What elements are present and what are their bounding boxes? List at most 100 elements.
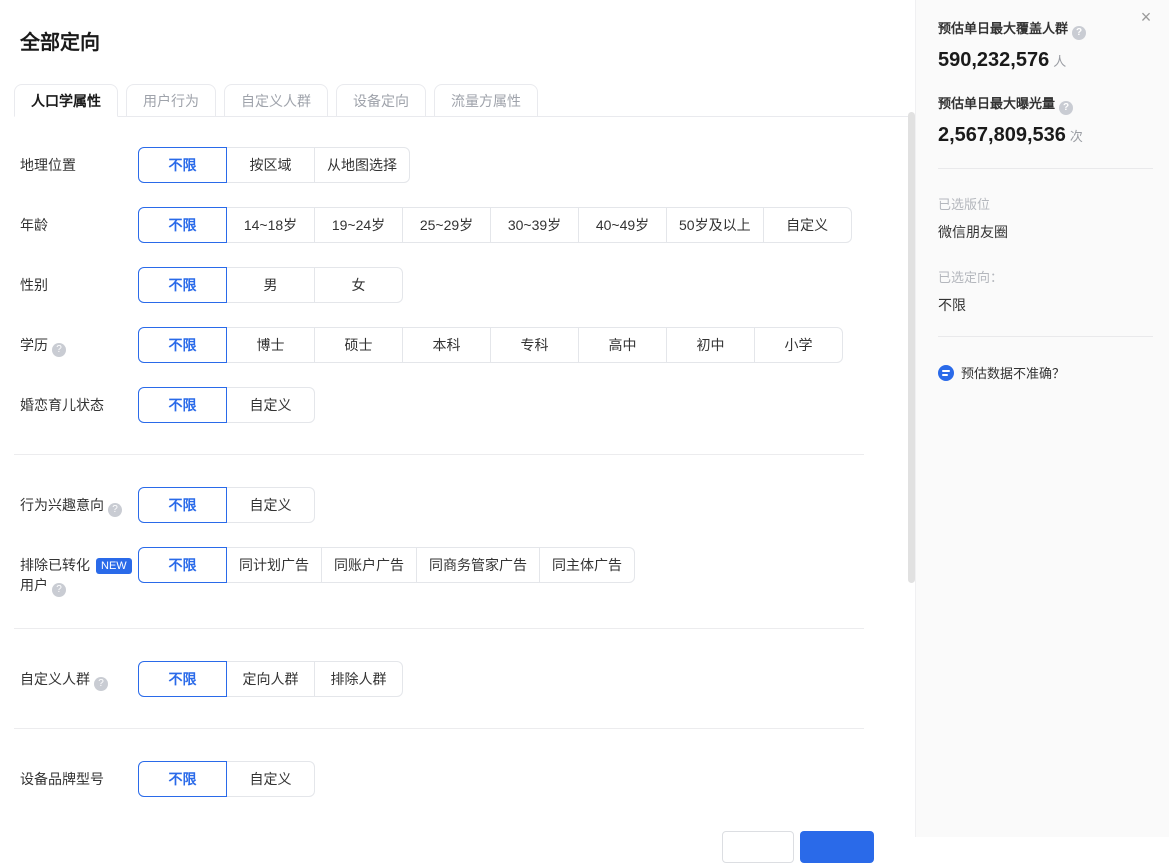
option-button[interactable]: 本科 <box>402 327 491 363</box>
selected-targeting-value: 不限 <box>938 295 1153 315</box>
option-button[interactable]: 专科 <box>490 327 579 363</box>
option-button[interactable]: 不限 <box>138 327 227 363</box>
geo-option-group: 不限 按区域 从地图选择 <box>138 147 410 183</box>
row-label-text: 排除已转化 <box>20 557 90 573</box>
option-button[interactable]: 不限 <box>138 267 227 303</box>
metric-label-text: 预估单日最大覆盖人群 <box>938 21 1068 36</box>
targeting-panel: 全部定向 人口学属性 用户行为 自定义人群 设备定向 流量方属性 地理位置 不限… <box>0 0 915 837</box>
option-button[interactable]: 排除人群 <box>314 661 403 697</box>
row-label: 设备品牌型号 <box>20 761 138 797</box>
confirm-button[interactable] <box>800 831 874 863</box>
option-button[interactable]: 同账户广告 <box>321 547 417 583</box>
row-label-text: 学历 <box>20 337 48 353</box>
tab-traffic-attributes[interactable]: 流量方属性 <box>434 84 538 117</box>
help-icon[interactable]: ? <box>1059 101 1073 115</box>
option-button[interactable]: 初中 <box>666 327 755 363</box>
section-divider <box>14 454 864 455</box>
education-option-group: 不限 博士 硕士 本科 专科 高中 初中 小学 <box>138 327 843 363</box>
option-button[interactable]: 不限 <box>138 761 227 797</box>
estimate-sidebar: × 预估单日最大覆盖人群? 590,232,576人 预估单日最大曝光量? 2,… <box>915 0 1169 837</box>
option-button[interactable]: 同商务管家广告 <box>416 547 540 583</box>
sidebar-divider <box>938 168 1153 169</box>
help-icon[interactable]: ? <box>52 343 66 357</box>
option-button[interactable]: 不限 <box>138 147 227 183</box>
row-label: 性别 <box>20 267 138 303</box>
option-button[interactable]: 25~29岁 <box>402 207 491 243</box>
help-icon[interactable]: ? <box>52 583 66 597</box>
row-gender: 性别 不限 男 女 <box>20 267 915 303</box>
option-button[interactable]: 50岁及以上 <box>666 207 764 243</box>
metric-label: 预估单日最大覆盖人群? <box>938 18 1153 40</box>
option-button[interactable]: 按区域 <box>226 147 315 183</box>
tab-demographics[interactable]: 人口学属性 <box>14 84 118 117</box>
row-label: 行为兴趣意向? <box>20 487 138 523</box>
feedback-text: 预估数据不准确？ <box>961 363 1065 382</box>
option-button[interactable]: 不限 <box>138 547 227 583</box>
option-button[interactable]: 不限 <box>138 387 227 423</box>
option-button[interactable]: 女 <box>314 267 403 303</box>
option-button[interactable]: 同计划广告 <box>226 547 322 583</box>
selected-placement-label: 已选版位 <box>938 194 1153 213</box>
option-button[interactable]: 不限 <box>138 661 227 697</box>
selected-placement-value: 微信朋友圈 <box>938 222 1153 242</box>
metric-unit: 次 <box>1070 129 1083 144</box>
option-button[interactable]: 30~39岁 <box>490 207 579 243</box>
row-label: 年龄 <box>20 207 138 243</box>
marital-option-group: 不限 自定义 <box>138 387 315 423</box>
option-button[interactable]: 硕士 <box>314 327 403 363</box>
option-button[interactable]: 40~49岁 <box>578 207 667 243</box>
option-button[interactable]: 博士 <box>226 327 315 363</box>
option-button[interactable]: 不限 <box>138 487 227 523</box>
row-label: 婚恋育儿状态 <box>20 387 138 423</box>
option-button[interactable]: 不限 <box>138 207 227 243</box>
section-divider <box>14 628 864 629</box>
option-button[interactable]: 自定义 <box>226 387 315 423</box>
option-button[interactable]: 定向人群 <box>226 661 315 697</box>
tab-custom-audience[interactable]: 自定义人群 <box>224 84 328 117</box>
custom-audience-option-group: 不限 定向人群 排除人群 <box>138 661 403 697</box>
row-custom-audience: 自定义人群? 不限 定向人群 排除人群 <box>20 661 915 697</box>
sidebar-divider <box>938 336 1153 337</box>
tab-bar: 人口学属性 用户行为 自定义人群 设备定向 流量方属性 <box>14 84 915 117</box>
chat-bubble-icon <box>938 365 954 381</box>
tab-user-behavior[interactable]: 用户行为 <box>126 84 216 117</box>
row-label: 学历? <box>20 327 138 363</box>
metric-label: 预估单日最大曝光量? <box>938 93 1153 115</box>
row-label-text: 用户 <box>20 577 48 593</box>
row-marital-status: 婚恋育儿状态 不限 自定义 <box>20 387 915 423</box>
help-icon[interactable]: ? <box>108 503 122 517</box>
tab-device-targeting[interactable]: 设备定向 <box>336 84 426 117</box>
metric-number: 590,232,576 <box>938 49 1049 71</box>
option-button[interactable]: 自定义 <box>763 207 852 243</box>
page-title: 全部定向 <box>20 26 915 55</box>
option-button[interactable]: 从地图选择 <box>314 147 410 183</box>
age-option-group: 不限 14~18岁 19~24岁 25~29岁 30~39岁 40~49岁 50… <box>138 207 852 243</box>
row-exclude-converted: 排除已转化 NEW 用户? 不限 同计划广告 同账户广告 同商务管家广告 同主体广… <box>20 547 915 597</box>
coverage-metric: 预估单日最大覆盖人群? 590,232,576人 <box>938 18 1153 72</box>
metric-value: 2,567,809,536次 <box>938 124 1153 147</box>
option-button[interactable]: 小学 <box>754 327 843 363</box>
row-label: 地理位置 <box>20 147 138 183</box>
row-label-text: 行为兴趣意向 <box>20 497 104 513</box>
row-device-brand: 设备品牌型号 不限 自定义 <box>20 761 915 797</box>
vertical-scrollbar[interactable] <box>908 112 915 583</box>
help-icon[interactable]: ? <box>94 677 108 691</box>
cancel-button[interactable] <box>722 831 794 863</box>
close-icon[interactable]: × <box>1135 6 1157 28</box>
option-button[interactable]: 19~24岁 <box>314 207 403 243</box>
estimate-feedback-link[interactable]: 预估数据不准确？ <box>938 363 1153 382</box>
row-behavior-interest: 行为兴趣意向? 不限 自定义 <box>20 487 915 523</box>
option-button[interactable]: 高中 <box>578 327 667 363</box>
section-divider <box>14 728 864 729</box>
option-button[interactable]: 自定义 <box>226 761 315 797</box>
option-button[interactable]: 同主体广告 <box>539 547 635 583</box>
gender-option-group: 不限 男 女 <box>138 267 403 303</box>
row-label: 自定义人群? <box>20 661 138 697</box>
new-badge: NEW <box>96 558 132 574</box>
row-age: 年龄 不限 14~18岁 19~24岁 25~29岁 30~39岁 40~49岁… <box>20 207 915 243</box>
option-button[interactable]: 自定义 <box>226 487 315 523</box>
help-icon[interactable]: ? <box>1072 26 1086 40</box>
option-button[interactable]: 男 <box>226 267 315 303</box>
metric-label-text: 预估单日最大曝光量 <box>938 96 1055 111</box>
option-button[interactable]: 14~18岁 <box>226 207 315 243</box>
